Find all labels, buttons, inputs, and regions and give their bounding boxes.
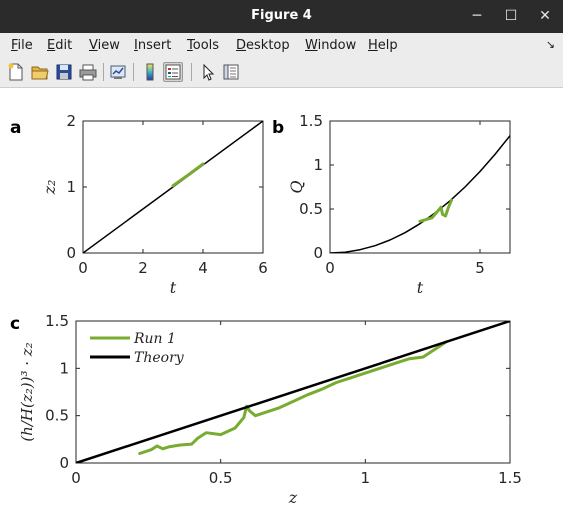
legend-label: Run 1	[133, 331, 176, 347]
y-tick-label: 1	[313, 156, 323, 174]
x-tick-label: 0.5	[209, 469, 233, 487]
y-tick-label: 2	[66, 112, 76, 130]
x-axis-label: t	[417, 278, 424, 297]
x-tick-label: 6	[258, 259, 268, 277]
title-bar: Figure 4 ─ ☐ ✕	[0, 0, 563, 33]
x-tick-label: 0	[325, 259, 335, 277]
close-icon[interactable]: ✕	[528, 0, 562, 33]
minimize-icon[interactable]: ─	[460, 0, 494, 33]
maximize-icon[interactable]: ☐	[494, 0, 528, 33]
legend-label: Theory	[134, 350, 185, 366]
y-tick-label: 0	[66, 244, 76, 262]
menu-desktop[interactable]: Desktop	[236, 38, 290, 53]
x-axis-label: z	[288, 488, 298, 507]
menu-view[interactable]: View	[89, 38, 120, 53]
menu-file[interactable]: File	[11, 38, 33, 53]
toolbar-separator	[133, 63, 134, 81]
panel-letter: b	[272, 118, 284, 138]
menu-help[interactable]: Help	[368, 38, 398, 53]
colorbar-icon[interactable]	[140, 62, 160, 82]
y-tick-label: 1.5	[45, 312, 69, 330]
menu-overflow-icon[interactable]: ↘	[546, 38, 555, 51]
toolbar-separator	[103, 63, 104, 81]
toolbar	[0, 58, 563, 88]
x-tick-label: 1.5	[498, 469, 522, 487]
chart-panel-b: b 0 5 0 0.5 1 1.5 t Q	[272, 112, 511, 297]
y-tick-label: 1	[66, 178, 76, 196]
y-tick-label: 0	[59, 454, 69, 472]
y-tick-label: 0	[313, 244, 323, 262]
y-tick-label: 0.5	[45, 407, 69, 425]
print-icon[interactable]	[78, 62, 98, 82]
figure-plots: a 0 2 4 6 0 1 2 t z₂ b 0 5 0 0.5 1 1.5 t Qc 0 0.5 1 1.5 0 0.5 1 1.…	[10, 112, 522, 507]
y-axis-label: z₂	[40, 180, 59, 196]
y-tick-label: 1	[59, 359, 69, 377]
menu-tools[interactable]: Tools	[187, 38, 219, 53]
menu-insert[interactable]: Insert	[134, 38, 171, 53]
x-tick-label: 5	[475, 259, 485, 277]
x-tick-label: 1	[361, 469, 371, 487]
toolbar-separator	[191, 63, 192, 81]
panel-letter: c	[10, 314, 20, 334]
legend-icon[interactable]	[163, 62, 183, 82]
chart-panel-a: a 0 2 4 6 0 1 2 t z₂	[10, 112, 268, 297]
menu-window[interactable]: Window	[305, 38, 356, 53]
menu-edit[interactable]: Edit	[47, 38, 72, 53]
axes-box	[329, 120, 511, 254]
property-inspector-icon[interactable]	[221, 62, 241, 82]
y-tick-label: 1.5	[299, 112, 323, 130]
menu-bar: File Edit View Insert Tools Desktop Wind…	[0, 33, 563, 58]
x-axis-label: t	[170, 278, 177, 297]
y-axis-label: (h/H(z₂))³ · z₂	[18, 342, 36, 441]
y-tick-label: 0.5	[299, 200, 323, 218]
x-tick-label: 4	[198, 259, 208, 277]
save-icon[interactable]	[54, 62, 74, 82]
open-file-icon[interactable]	[30, 62, 50, 82]
link-plot-icon[interactable]	[108, 62, 128, 82]
x-tick-label: 0	[78, 259, 88, 277]
x-tick-label: 0	[71, 469, 81, 487]
figure-canvas[interactable]: a 0 2 4 6 0 1 2 t z₂ b 0 5 0 0.5 1 1.5 t Qc 0 0.5 1 1.5 0 0.5 1 1.…	[0, 89, 563, 511]
pointer-icon[interactable]	[198, 62, 218, 82]
new-figure-icon[interactable]	[6, 62, 26, 82]
chart-panel-c: c 0 0.5 1 1.5 0 0.5 1 1.5 z (h/H(z₂))³ · z₂ Run 1 Th…	[10, 312, 522, 507]
panel-letter: a	[10, 118, 21, 138]
x-tick-label: 2	[138, 259, 148, 277]
y-axis-label: Q	[287, 180, 306, 193]
